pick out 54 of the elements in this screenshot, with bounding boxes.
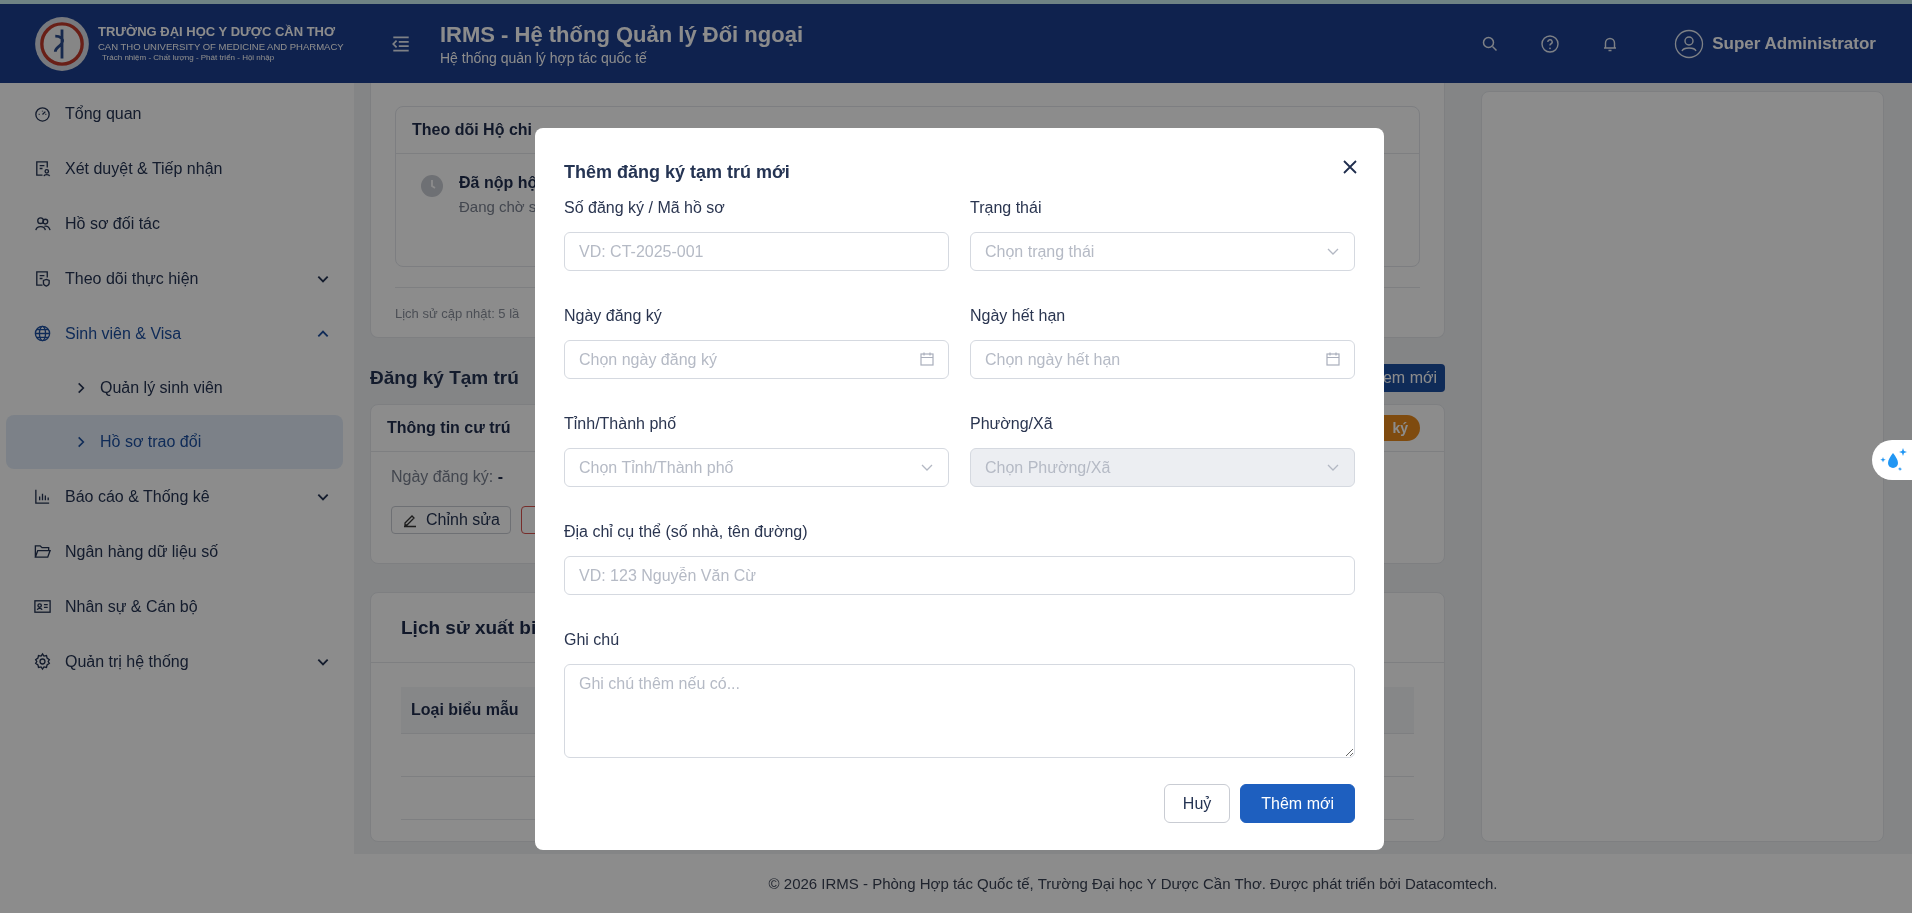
field-label: Phường/Xã <box>970 415 1054 433</box>
user-name[interactable]: Super Administrator <box>1712 33 1876 54</box>
calendar-icon <box>1325 351 1341 367</box>
field-label: Ngày đăng ký: <box>391 468 494 485</box>
sidebar-subitem[interactable]: Hồ sơ trao đổi <box>6 415 343 469</box>
calendar-icon <box>919 351 935 367</box>
sidebar-item[interactable]: Sinh viên & Visa <box>0 306 354 361</box>
document-icon <box>33 159 52 178</box>
select-field[interactable]: Chọn Tỉnh/Thành phố <box>564 448 949 487</box>
sidebar-item[interactable]: Nhân sự & Cán bộ <box>0 579 354 634</box>
folder-icon <box>33 542 52 561</box>
logo-icon <box>34 15 90 72</box>
university-name: TRƯỜNG ĐẠI HỌC Y DƯỢC CẦN THƠ <box>98 24 337 41</box>
date-field[interactable]: Chọn ngày hết hạn <box>970 340 1355 379</box>
field-label: Địa chỉ cụ thể (số nhà, tên đường) <box>564 523 809 541</box>
footer-text: © 2026 IRMS - Phòng Hợp tác Quốc tế, Trường Đại học Y Dược Cần Thơ. Được phát triển bởi Datacomtech. <box>354 854 1912 913</box>
edit-button[interactable]: Chỉnh sửa <box>391 506 511 534</box>
motto: Trách nhiệm - Chất lượng - Phát triển - Hội nhập <box>101 52 276 63</box>
select-field[interactable]: Chọn trạng thái <box>970 232 1355 271</box>
field-label: Tỉnh/Thành phố <box>564 415 678 433</box>
date-field[interactable]: Chọn ngày đăng ký <box>564 340 949 379</box>
sidebar-item[interactable]: Quản trị hệ thống <box>0 634 354 689</box>
cancel-button[interactable]: Huỷ <box>1163 784 1231 823</box>
input-field[interactable]: VD: 123 Nguyễn Văn Cừ <box>564 556 1355 595</box>
field-label: Trạng thái <box>970 199 1043 217</box>
dialog-title: Thêm đăng ký tạm trú mới <box>564 162 790 183</box>
sidebar-subitem[interactable]: Quản lý sinh viên <box>6 361 343 415</box>
sidebar-item[interactable]: Hồ sơ đối tác <box>0 196 354 251</box>
sidebar-item[interactable]: Tổng quan <box>0 86 354 141</box>
help-icon[interactable] <box>1540 33 1561 54</box>
sidebar-item[interactable]: Báo cáo & Thống kê <box>0 469 354 524</box>
sidebar-item[interactable]: Xét duyệt & Tiếp nhận <box>0 141 354 196</box>
university-name-english: CAN THO UNIVERSITY OF MEDICINE AND PHARMACY <box>98 40 344 53</box>
sidebar-item[interactable]: Ngân hàng dữ liệu số <box>0 524 354 579</box>
globe-icon <box>33 324 52 343</box>
clock-icon <box>420 174 444 198</box>
gauge-icon <box>33 104 52 123</box>
bar-chart-icon <box>33 487 52 506</box>
section-title: Đăng ký Tạm trú <box>370 367 519 389</box>
input-field[interactable]: VD: CT-2025-001 <box>564 232 949 271</box>
field-label: Số đăng ký / Mã hồ sơ <box>564 199 726 217</box>
submit-button[interactable]: Thêm mới <box>1240 784 1355 823</box>
id-card-icon <box>33 597 52 616</box>
card-title: Thông tin cư trú <box>387 419 511 437</box>
notes-field[interactable]: Ghi chú thêm nếu có... <box>564 664 1355 758</box>
sidebar-item[interactable]: Theo dõi thực hiện <box>0 251 354 306</box>
app-subtitle: Hệ thống quản lý hợp tác quốc tế <box>440 49 648 66</box>
app-title: IRMS - Hệ thống Quản lý Đối ngoại <box>440 21 803 48</box>
avatar-icon[interactable] <box>1674 28 1705 59</box>
field-value: - <box>497 468 504 485</box>
settings-icon <box>33 652 52 671</box>
field-label: Ghi chú <box>564 631 621 649</box>
document-icon <box>33 269 52 288</box>
people-icon <box>33 214 52 233</box>
